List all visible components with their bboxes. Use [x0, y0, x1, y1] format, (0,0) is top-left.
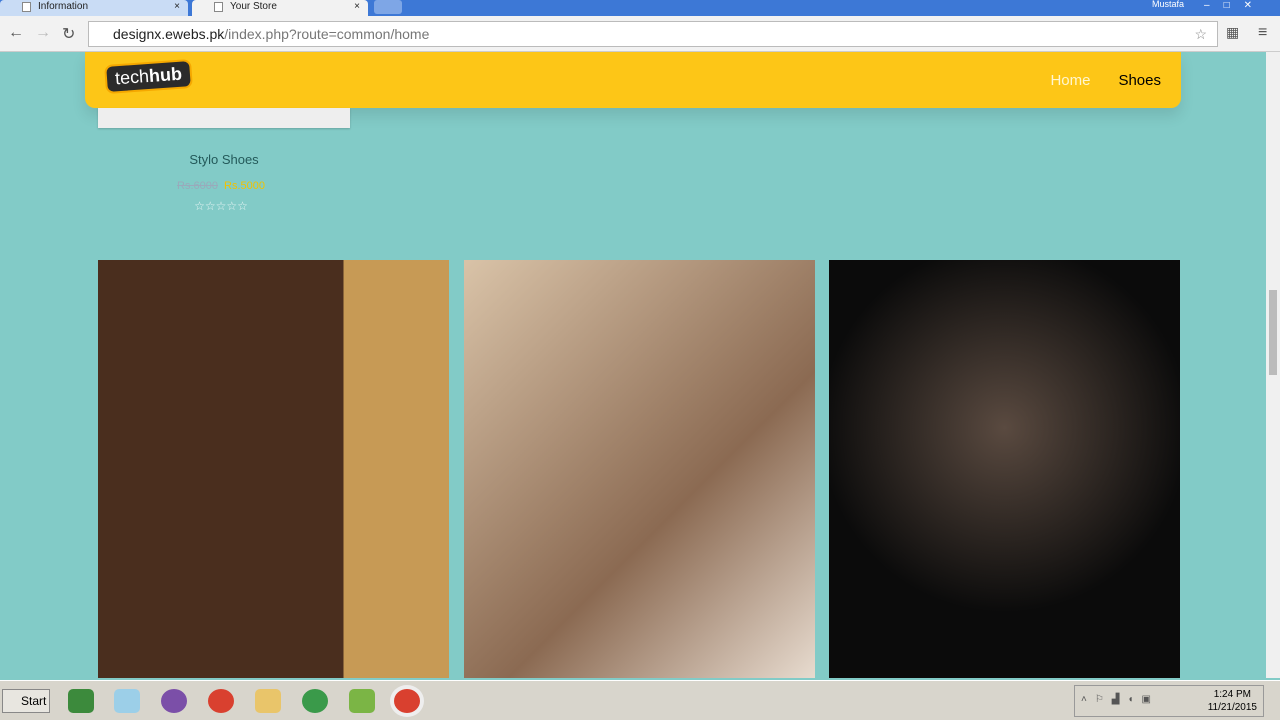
product-name[interactable]: Stylo Shoes	[98, 152, 350, 167]
close-icon[interactable]: ×	[174, 0, 180, 13]
time: 1:24 PM	[1213, 689, 1251, 700]
tab-label: Information	[38, 1, 89, 12]
app-icon[interactable]	[114, 689, 140, 713]
product-price: Rs.6000 Rs.5000	[98, 180, 344, 192]
browser-toolbar: ← → ↻ designx.ewebs.pk/index.php?route=c…	[0, 16, 1280, 52]
viber-icon[interactable]	[161, 689, 187, 713]
forward-icon[interactable]: →	[35, 24, 51, 42]
scrollbar-thumb[interactable]	[1269, 290, 1277, 375]
url-host: designx.ewebs.pk	[113, 26, 225, 42]
profile-name[interactable]: Mustafa	[1152, 0, 1184, 9]
logo-text: tech	[114, 65, 150, 89]
menu-home[interactable]: Home	[1050, 72, 1090, 89]
chrome-icon[interactable]	[208, 689, 234, 713]
address-bar[interactable]: designx.ewebs.pk/index.php?route=common/…	[88, 21, 1218, 47]
tab-label: Your Store	[230, 1, 277, 12]
menu-shoes[interactable]: Shoes	[1118, 72, 1161, 89]
app-icon[interactable]	[68, 689, 94, 713]
rating-stars: ☆☆☆☆☆	[194, 199, 248, 213]
close-icon[interactable]: ×	[354, 0, 360, 13]
taskbar: Start ˄⚐▟◖▣ 1:24 PM 11/21/2015	[0, 680, 1280, 720]
menu-icon[interactable]: ≡	[1258, 24, 1267, 42]
system-tray: ˄⚐▟◖▣ 1:24 PM 11/21/2015	[1074, 685, 1264, 717]
site-logo[interactable]: techhub	[104, 58, 193, 95]
page-content: techhub Home Shoes Stylo Shoes Rs.6000 Rs.…	[0, 52, 1266, 678]
tab-information[interactable]: Information ×	[0, 0, 188, 16]
banner-image-2[interactable]	[464, 260, 815, 678]
notepad-icon[interactable]	[349, 689, 375, 713]
chrome-active-icon[interactable]	[394, 689, 420, 713]
banner-image-3[interactable]	[829, 260, 1180, 678]
scrollbar[interactable]	[1266, 52, 1280, 678]
cart-icon	[214, 2, 223, 12]
clock[interactable]: 1:24 PM 11/21/2015	[1208, 688, 1257, 714]
tab-your-store[interactable]: Your Store ×	[192, 0, 368, 16]
ie-icon[interactable]	[302, 689, 328, 713]
date: 11/21/2015	[1207, 702, 1257, 713]
reload-icon[interactable]: ↻	[62, 24, 75, 44]
page-icon	[22, 2, 31, 12]
url-path: /index.php?route=common/home	[224, 26, 430, 42]
site-header: techhub Home Shoes	[85, 52, 1181, 108]
new-price: Rs.5000	[224, 180, 265, 192]
new-tab-button[interactable]	[374, 0, 402, 14]
bookmark-star-icon[interactable]: ☆	[1194, 22, 1207, 46]
tab-bar: Information × Your Store × Mustafa –□✕	[0, 0, 1280, 16]
start-button[interactable]: Start	[2, 689, 50, 713]
extension-icon[interactable]: ▦	[1226, 24, 1239, 41]
banner-image-1[interactable]	[98, 260, 449, 678]
window-controls[interactable]: –□✕	[1204, 0, 1266, 11]
old-price: Rs.6000	[177, 180, 218, 192]
folder-icon[interactable]	[255, 689, 281, 713]
main-menu: Home Shoes	[1022, 72, 1161, 89]
logo-text: hub	[148, 63, 183, 86]
tray-icons[interactable]: ˄⚐▟◖▣	[1081, 694, 1159, 705]
back-icon[interactable]: ←	[8, 24, 24, 42]
product-image-bottom	[98, 108, 350, 128]
